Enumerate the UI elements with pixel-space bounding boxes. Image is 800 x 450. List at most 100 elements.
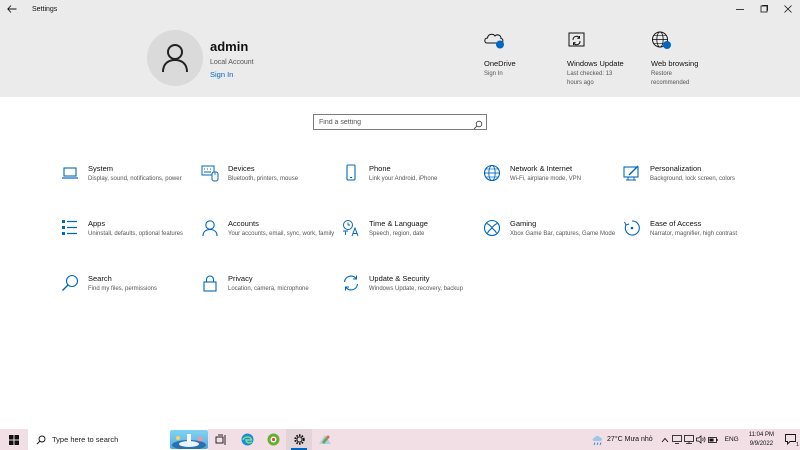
show-hidden-icons-button[interactable]	[659, 429, 671, 450]
battery-tray-button[interactable]	[707, 429, 719, 450]
tile-title: Update & Security	[369, 274, 430, 283]
display-tray-button[interactable]	[671, 429, 683, 450]
clock[interactable]: 11:04 PM 9/9/2022	[749, 431, 774, 449]
tile-title: Devices	[228, 164, 255, 173]
apps-list-icon	[61, 219, 79, 237]
search-icon[interactable]	[473, 117, 483, 135]
tile-search[interactable]: Search Find my files, permissions	[61, 274, 186, 318]
start-button[interactable]	[0, 429, 28, 450]
tile-description: Speech, region, date	[369, 231, 425, 237]
taskbar: 27°C Mưa nhỏ ENG 11:04 PM 9/9/2022 1	[0, 429, 800, 450]
tile-update-security[interactable]: Update & Security Windows Update, recove…	[342, 274, 467, 318]
paint-icon	[623, 164, 641, 182]
taskbar-search-input[interactable]	[52, 435, 172, 444]
tile-phone[interactable]: Phone Link your Android, iPhone	[342, 164, 467, 208]
pinned-app-button[interactable]	[312, 429, 338, 450]
onedrive-card[interactable]: OneDrive Sign In	[484, 31, 564, 79]
account-type: Local Account	[210, 59, 254, 66]
tile-ease-of-access[interactable]: Ease of Access Narrator, magnifier, high…	[623, 219, 748, 263]
volume-tray-button[interactable]	[695, 429, 707, 450]
phone-icon	[342, 164, 360, 182]
user-avatar-icon	[162, 44, 188, 73]
keyboard-icon	[201, 164, 219, 182]
tile-time-language[interactable]: Time & Language Speech, region, date	[342, 219, 467, 263]
web-browsing-status: Restore recommended	[651, 71, 690, 86]
speaker-icon	[695, 435, 706, 444]
user-name: admin	[210, 39, 249, 54]
search-icon	[61, 274, 79, 292]
network-tray-button[interactable]	[683, 429, 695, 450]
search-icon	[36, 435, 46, 445]
avatar[interactable]	[147, 30, 203, 86]
globe-icon	[483, 164, 501, 182]
search-highlight-illustration-icon[interactable]	[170, 430, 208, 449]
tile-description: Uninstall, defaults, optional features	[88, 231, 184, 237]
tile-title: Phone	[369, 164, 391, 173]
tile-network-internet[interactable]: Network & Internet Wi-Fi, airplane mode,…	[483, 164, 608, 208]
onedrive-sign-in: Sign In	[484, 71, 503, 77]
find-setting-input[interactable]	[319, 118, 469, 126]
tile-system[interactable]: System Display, sound, notifications, po…	[61, 164, 186, 208]
back-button[interactable]	[0, 0, 24, 18]
edge-button[interactable]	[234, 429, 260, 450]
tile-title: Search	[88, 274, 112, 283]
tile-apps[interactable]: Apps Uninstall, defaults, optional featu…	[61, 219, 186, 263]
tile-personalization[interactable]: Personalization Background, lock screen,…	[623, 164, 748, 208]
tile-description: Your accounts, email, sync, work, family	[228, 231, 335, 237]
sign-in-link[interactable]: Sign In	[210, 70, 233, 79]
tile-gaming[interactable]: Gaming Xbox Game Bar, captures, Game Mod…	[483, 219, 615, 263]
close-icon	[784, 5, 792, 13]
back-arrow-icon	[7, 5, 17, 13]
web-browsing-title: Web browsing	[651, 59, 699, 68]
title-bar: Settings	[0, 0, 800, 18]
weather-text: 27°C Mưa nhỏ	[607, 436, 653, 443]
pinned-app-icon	[319, 435, 331, 444]
tile-description: Link your Android, iPhone	[369, 176, 438, 182]
tile-accounts[interactable]: Accounts Your accounts, email, sync, wor…	[201, 219, 334, 263]
tile-title: Accounts	[228, 219, 259, 228]
globe-icon	[651, 31, 673, 53]
tile-title: Time & Language	[369, 219, 428, 228]
monitor-icon	[671, 435, 682, 444]
tile-description: Windows Update, recovery, backup	[369, 286, 463, 292]
task-view-icon	[215, 434, 226, 445]
sync-icon	[342, 274, 360, 292]
weather-widget[interactable]: 27°C Mưa nhỏ	[592, 434, 653, 446]
taskbar-search[interactable]	[28, 429, 208, 450]
input-language[interactable]: ENG	[725, 436, 739, 443]
onedrive-icon	[484, 31, 506, 53]
minimize-icon	[736, 9, 744, 10]
settings-taskbar-button[interactable]	[286, 429, 312, 450]
tile-devices[interactable]: Devices Bluetooth, printers, mouse	[201, 164, 326, 208]
clock-date: 9/9/2022	[749, 440, 774, 447]
windows-logo-icon	[9, 434, 19, 445]
maximize-button[interactable]	[752, 0, 776, 18]
tile-privacy[interactable]: Privacy Location, camera, microphone	[201, 274, 326, 318]
find-setting-search[interactable]	[313, 114, 487, 130]
tile-description: Display, sound, notifications, power	[88, 176, 182, 182]
windows-update-card[interactable]: Windows Update Last checked: 13 hours ag…	[567, 31, 647, 87]
edge-browser-icon	[241, 433, 253, 446]
action-center-button[interactable]: 1	[782, 429, 800, 450]
system-tray: 27°C Mưa nhỏ ENG 11:04 PM 9/9/2022 1	[592, 429, 800, 450]
window-controls	[728, 0, 800, 18]
tile-description: Wi-Fi, airplane mode, VPN	[510, 176, 582, 182]
clock-time: 11:04 PM	[748, 431, 774, 438]
account-header: admin Local Account Sign In OneDrive Sig…	[0, 18, 800, 97]
tile-title: Ease of Access	[650, 219, 702, 228]
close-button[interactable]	[776, 0, 800, 18]
cococ-browser-button[interactable]	[260, 429, 286, 450]
windows-update-title: Windows Update	[567, 59, 624, 68]
web-browsing-card[interactable]: Web browsing Restore recommended	[651, 31, 731, 87]
time-language-icon	[342, 219, 360, 237]
coccoc-browser-icon	[267, 433, 279, 446]
tile-title: System	[88, 164, 114, 173]
gear-icon	[293, 434, 305, 445]
tile-title: Privacy	[228, 274, 253, 283]
tile-description: Bluetooth, printers, mouse	[228, 176, 299, 182]
network-icon	[683, 435, 694, 444]
minimize-button[interactable]	[728, 0, 752, 18]
task-view-button[interactable]	[208, 429, 234, 450]
battery-icon	[707, 436, 718, 443]
maximize-icon	[760, 5, 768, 13]
